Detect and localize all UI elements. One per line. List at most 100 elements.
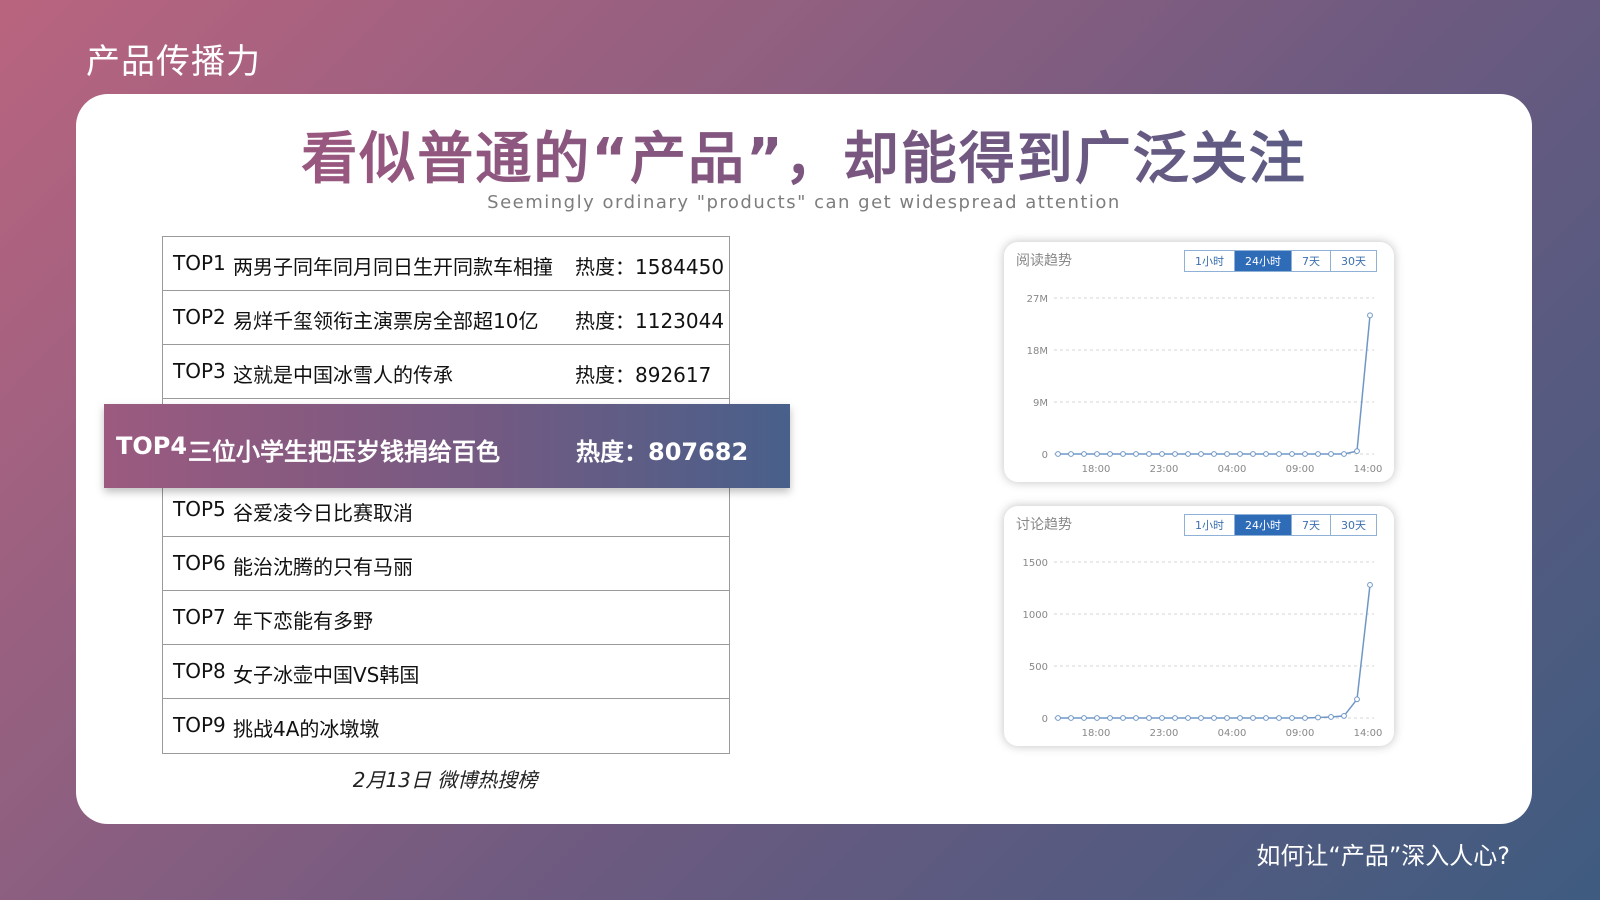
tab-30d[interactable]: 30天 [1331, 515, 1376, 535]
x-tick-label: 09:00 [1286, 728, 1315, 739]
x-tick-label: 04:00 [1218, 464, 1247, 475]
data-point [1107, 451, 1113, 457]
data-point [1198, 451, 1204, 457]
rank-label: TOP4 [116, 432, 188, 460]
data-point [1263, 451, 1269, 457]
x-tick-label: 23:00 [1150, 464, 1179, 475]
data-point [1263, 715, 1269, 721]
y-tick-label: 1500 [1023, 558, 1048, 569]
data-point [1133, 451, 1139, 457]
rank-label: TOP5 [173, 497, 226, 521]
data-point [1068, 451, 1074, 457]
data-point [1159, 715, 1165, 721]
data-point [1315, 451, 1321, 457]
table-row: TOP2 易烊千玺领衔主演票房全部超10亿 热度：1123044 [163, 291, 729, 345]
data-point [1341, 451, 1347, 457]
data-point [1120, 451, 1126, 457]
table-row: TOP1 两男子同年同月同日生开同款车相撞 热度：1584450 [163, 237, 729, 291]
read-trend-chart: 阅读趋势 1小时 24小时 7天 30天 0 9M 18M 27M 18:00 23:00… [1004, 242, 1394, 482]
data-point [1211, 715, 1217, 721]
series-line [1058, 584, 1371, 719]
tab-24h[interactable]: 24小时 [1235, 515, 1292, 535]
y-tick-label: 18M [1027, 346, 1048, 357]
x-tick-label: 09:00 [1286, 464, 1315, 475]
time-range-tabs: 1小时 24小时 7天 30天 [1184, 250, 1377, 272]
table-row: TOP8 女子冰壶中国VS韩国 [163, 645, 729, 699]
headline: 看似普通的“产品”，却能得到广泛关注 [76, 114, 1532, 195]
table-row: TOP7 年下恋能有多野 [163, 591, 729, 645]
heat-value: 热度：1123044 [575, 309, 725, 333]
data-point [1276, 451, 1282, 457]
data-point [1289, 451, 1295, 457]
x-tick-label: 18:00 [1082, 728, 1111, 739]
chart-title: 阅读趋势 [1016, 253, 1072, 269]
footer-question: 如何让“产品”深入人心? [1256, 842, 1510, 870]
table-caption: 2月13日 微博热搜榜 [352, 768, 538, 792]
heat-value: 热度：892617 [575, 363, 712, 387]
data-point [1185, 451, 1191, 457]
tab-30d[interactable]: 30天 [1331, 251, 1376, 271]
topic-title: 这就是中国冰雪人的传承 [233, 363, 453, 387]
subtitle: Seemingly ordinary "products" can get wi… [487, 192, 1121, 213]
tab-7d[interactable]: 7天 [1292, 251, 1331, 271]
data-point [1107, 715, 1113, 721]
data-point [1354, 696, 1360, 703]
topic-title: 两男子同年同月同日生开同款车相撞 [233, 255, 553, 279]
data-point [1068, 715, 1074, 721]
data-point [1055, 451, 1061, 457]
data-point [1367, 581, 1373, 588]
data-point [1315, 714, 1321, 721]
data-point [1133, 715, 1139, 721]
y-tick-label: 9M [1033, 398, 1048, 409]
highlighted-row: TOP4 三位小学生把压岁钱捐给百色 热度：807682 [104, 404, 790, 488]
data-point [1172, 715, 1178, 721]
data-point [1250, 715, 1256, 721]
topic-title: 挑战4A的冰墩墩 [233, 717, 380, 741]
data-point [1328, 714, 1334, 720]
data-point [1367, 312, 1373, 319]
line-chart: 0 9M 18M 27M 18:00 23:00 04:00 09:00 14:00 [1027, 294, 1383, 475]
data-point [1354, 448, 1360, 455]
data-point [1302, 715, 1308, 721]
data-point [1146, 715, 1152, 721]
topic-title: 女子冰壶中国VS韩国 [233, 663, 420, 687]
y-tick-label: 27M [1027, 294, 1048, 305]
rank-label: TOP8 [173, 659, 226, 683]
x-tick-label: 18:00 [1082, 464, 1111, 475]
tab-24h[interactable]: 24小时 [1235, 251, 1292, 271]
content-card: 看似普通的“产品”，却能得到广泛关注 Seemingly ordinary "p… [76, 94, 1532, 824]
data-point [1328, 451, 1334, 457]
data-point [1198, 715, 1204, 721]
hot-search-table: TOP1 两男子同年同月同日生开同款车相撞 热度：1584450 TOP2 易烊… [162, 236, 730, 754]
data-point [1250, 451, 1256, 457]
data-point [1224, 715, 1230, 721]
slide-title: 产品传播力 [86, 42, 261, 82]
chart-title: 讨论趋势 [1016, 517, 1072, 533]
y-tick-label: 1000 [1023, 610, 1048, 621]
data-point [1237, 715, 1243, 721]
table-row: TOP5 谷爱凌今日比赛取消 [163, 483, 729, 537]
data-point [1120, 715, 1126, 721]
rank-label: TOP1 [173, 251, 226, 275]
y-tick-label: 500 [1029, 662, 1048, 673]
data-point [1224, 451, 1230, 457]
topic-title: 三位小学生把压岁钱捐给百色 [188, 438, 500, 466]
data-point [1185, 715, 1191, 721]
line-chart: 0 500 1000 1500 18:00 23:00 04:00 09:00 14:00 [1023, 558, 1383, 739]
tab-1h[interactable]: 1小时 [1185, 251, 1235, 271]
rank-label: TOP3 [173, 359, 226, 383]
tab-1h[interactable]: 1小时 [1185, 515, 1235, 535]
x-tick-label: 23:00 [1150, 728, 1179, 739]
data-point [1081, 451, 1087, 457]
table-row: TOP6 能治沈腾的只有马丽 [163, 537, 729, 591]
tab-7d[interactable]: 7天 [1292, 515, 1331, 535]
data-point [1302, 451, 1308, 457]
data-point [1081, 715, 1087, 721]
heat-value: 热度：807682 [576, 438, 749, 466]
data-point [1276, 715, 1282, 721]
rank-label: TOP7 [173, 605, 226, 629]
data-point [1211, 451, 1217, 457]
time-range-tabs: 1小时 24小时 7天 30天 [1184, 514, 1377, 536]
x-tick-label: 14:00 [1354, 728, 1383, 739]
data-point [1237, 451, 1243, 457]
